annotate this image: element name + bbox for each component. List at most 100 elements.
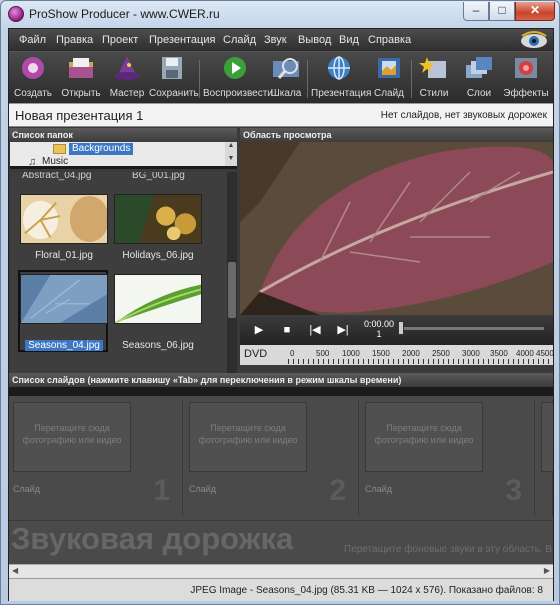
menu-sound[interactable]: Звук	[264, 34, 287, 46]
slide-slot-partial[interactable]	[537, 400, 553, 516]
ruler-label: 1500	[372, 349, 390, 358]
scrollbar-thumb[interactable]	[228, 262, 236, 318]
thumbnail-holidays-06[interactable]	[114, 194, 202, 244]
slide-slot[interactable]: Перетащите сюда фотографию или видео Сла…	[9, 400, 183, 516]
toolbar-separator	[307, 60, 308, 98]
menu-help[interactable]: Справка	[368, 34, 411, 46]
maximize-button[interactable]: □	[489, 2, 515, 21]
layers-button[interactable]: Слои	[459, 55, 499, 101]
next-icon[interactable]: ▶|	[332, 321, 354, 339]
menu-project[interactable]: Проект	[102, 34, 138, 46]
status-bar: JPEG Image - Seasons_04.jpg (85.31 KB — …	[9, 578, 553, 601]
play-button[interactable]: Воспроизвести	[203, 55, 273, 101]
thumbnail-seasons-06[interactable]	[114, 274, 202, 324]
slide-list-header: Список слайдов (нажмите клавишу «Tab» дл…	[9, 373, 553, 387]
menu-edit[interactable]: Правка	[56, 34, 93, 46]
open-button[interactable]: Открыть	[59, 55, 103, 101]
timeline-magnifier-icon	[273, 58, 299, 79]
menu-presentation[interactable]: Презентация	[149, 34, 215, 46]
ruler-label: 0	[290, 349, 295, 358]
seek-bar[interactable]	[400, 327, 544, 330]
soundtrack-area[interactable]: Звуковая дорожка Перетащите фоновые звук…	[9, 520, 553, 564]
ruler-label: 500	[316, 349, 330, 358]
preview-area[interactable]	[240, 142, 553, 315]
music-note-icon: ♫	[28, 156, 37, 168]
scroll-right-icon[interactable]: ▶	[544, 566, 550, 575]
slide-drop-zone[interactable]: Перетащите сюда фотографию или видео	[365, 402, 483, 472]
soundtrack-title: Звуковая дорожка	[11, 521, 294, 556]
save-disk-icon	[162, 57, 182, 79]
slide-filmstrip-icon	[378, 58, 400, 78]
wizard-button[interactable]: Мастер	[107, 55, 147, 101]
ruler-ticks	[288, 359, 550, 364]
presentation-options-button[interactable]: Презентация	[311, 55, 371, 101]
slide-list-scrollbar[interactable]: ◀ ▶	[9, 564, 553, 578]
folder-tree: Backgrounds ♫ Music ▲ ▼	[10, 142, 237, 169]
minimize-button[interactable]: –	[463, 2, 489, 21]
slide-label: Слайд	[365, 484, 393, 494]
app-client: Файл Правка Проект Презентация Слайд Зву…	[8, 28, 554, 601]
menu-slide[interactable]: Слайд	[223, 34, 256, 46]
app-window: ProShow Producer - www.CWER.ru – □ ✕ Фай…	[0, 0, 560, 605]
window-title: ProShow Producer - www.CWER.ru	[29, 7, 220, 21]
slide-number: 2	[329, 474, 346, 507]
slide-slot[interactable]: Перетащите сюда фотографию или видео Сла…	[185, 400, 359, 516]
thumbnail-seasons-04[interactable]	[20, 274, 108, 324]
ruler-label: 3000	[462, 349, 480, 358]
menu-view[interactable]: Вид	[339, 34, 359, 46]
styles-button[interactable]: Стили	[415, 55, 453, 101]
preview-header: Область просмотра	[240, 128, 553, 142]
timeline-button[interactable]: Шкала	[269, 55, 303, 101]
folder-item-music[interactable]: Music	[42, 156, 68, 166]
presentation-globe-icon	[328, 56, 350, 80]
output-format-label[interactable]: DVD	[244, 348, 267, 360]
styles-star-icon	[419, 57, 446, 78]
slide-slot[interactable]: Перетащите сюда фотографию или видео Сла…	[361, 400, 535, 516]
close-button[interactable]: ✕	[515, 2, 555, 21]
status-text: JPEG Image - Seasons_04.jpg (85.31 KB — …	[190, 585, 543, 596]
slide-number: 3	[505, 474, 522, 507]
project-bar: Новая презентация 1 Нет слайдов, нет зву…	[9, 103, 553, 127]
file-name-partial: BG_001.jpg	[132, 172, 185, 181]
stop-icon[interactable]: ■	[276, 321, 298, 339]
slide-drop-zone[interactable]: Перетащите сюда фотографию или видео	[13, 402, 131, 472]
menu-output[interactable]: Вывод	[298, 34, 331, 46]
menu-file[interactable]: Файл	[19, 34, 46, 46]
folder-item-backgrounds[interactable]: Backgrounds	[69, 143, 134, 155]
slide-list: Перетащите сюда фотографию или видео Сла…	[9, 396, 553, 520]
open-folder-icon	[69, 58, 93, 78]
file-browser-scrollbar[interactable]	[227, 172, 237, 381]
file-name[interactable]: Seasons_06.jpg	[108, 340, 208, 351]
save-button[interactable]: Сохранить	[149, 55, 199, 101]
slide-list-divider	[9, 387, 553, 396]
scroll-down-icon[interactable]: ▼	[225, 155, 237, 166]
seek-handle[interactable]	[398, 321, 404, 335]
file-name[interactable]: Floral_01.jpg	[14, 250, 114, 261]
wizard-hat-icon	[114, 56, 140, 80]
play-icon[interactable]: ▶	[248, 321, 270, 339]
folder-tree-scrollbar[interactable]: ▲ ▼	[225, 142, 237, 166]
toolbar-separator	[411, 60, 412, 98]
slide-label: Слайд	[189, 484, 217, 494]
slide-drop-zone[interactable]	[541, 402, 553, 472]
file-name-selected[interactable]: Seasons_04.jpg	[14, 340, 114, 351]
slide-options-button[interactable]: Слайд	[371, 55, 407, 101]
effects-button[interactable]: Эффекты	[503, 55, 549, 101]
file-name[interactable]: Holidays_06.jpg	[108, 250, 208, 261]
slide-drop-zone[interactable]: Перетащите сюда фотографию или видео	[189, 402, 307, 472]
create-button[interactable]: Создать	[13, 55, 53, 101]
thumbnail-floral-01[interactable]	[20, 194, 108, 244]
scroll-left-icon[interactable]: ◀	[12, 566, 18, 575]
ruler-label: 1000	[342, 349, 360, 358]
folder-list-header: Список папок	[9, 128, 237, 142]
previous-icon[interactable]: |◀	[304, 321, 326, 339]
play-icon	[224, 57, 246, 79]
scroll-up-icon[interactable]: ▲	[225, 142, 237, 155]
ruler-label: 4500	[536, 349, 554, 358]
ruler-label: 4000	[516, 349, 534, 358]
eye-logo-icon	[521, 31, 547, 48]
layers-stack-icon	[466, 57, 492, 78]
file-browser: Abstract_04.jpg BG_001.jpg Floral_01.jpg…	[10, 172, 237, 381]
ruler-label: 2000	[402, 349, 420, 358]
playback-controls: ▶ ■ |◀ ▶| 0:00.00 1	[240, 315, 553, 345]
